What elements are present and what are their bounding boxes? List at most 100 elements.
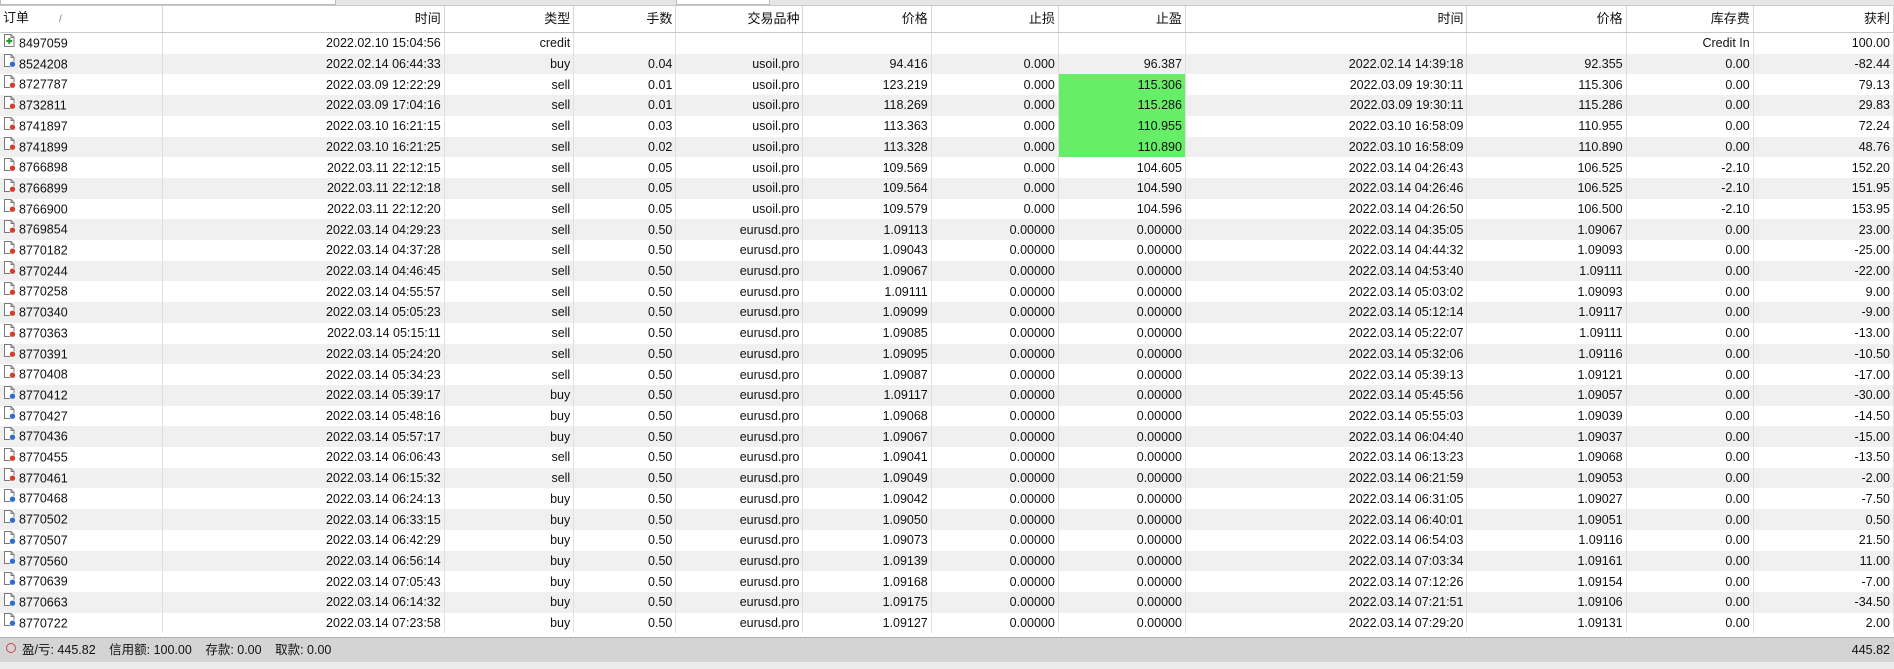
row-open-price: 1.09113 [802, 219, 932, 241]
column-header-swap[interactable]: 库存费 [1626, 6, 1754, 33]
row-stop-loss: 0.00000 [931, 322, 1059, 344]
table-row[interactable]: 8770722 2022.03.14 07:23:58 buy 0.50 eurusd.… [0, 612, 1894, 634]
table-row[interactable]: 8769854 2022.03.14 04:29:23 sell 0.50 eurusd… [0, 219, 1894, 241]
table-row[interactable]: 8766898 2022.03.11 22:12:15 sell 0.05 usoil.… [0, 157, 1894, 178]
row-order-id: 8766899 [0, 177, 164, 199]
column-header-open-price[interactable]: 价格 [802, 6, 932, 33]
row-profit: 153.95 [1753, 198, 1894, 220]
row-lots: 0.05 [573, 157, 677, 178]
table-row[interactable]: 8770363 2022.03.14 05:15:11 sell 0.50 eurusd… [0, 322, 1894, 344]
row-lots: 0.01 [573, 95, 677, 116]
row-lots: 0.50 [573, 240, 677, 261]
row-open-time: 2022.03.14 06:56:14 [162, 550, 445, 572]
row-close-price: 1.09116 [1466, 529, 1627, 551]
table-row[interactable]: 8770244 2022.03.14 04:46:45 sell 0.50 eurusd… [0, 260, 1894, 282]
row-close-time: 2022.03.14 06:04:40 [1185, 426, 1468, 448]
row-stop-loss: 0.00000 [931, 384, 1059, 406]
row-symbol: eurusd.pro [675, 364, 804, 385]
table-row[interactable]: 8770468 2022.03.14 06:24:13 buy 0.50 eurusd.… [0, 488, 1894, 510]
order-id-text: 8770408 [19, 367, 68, 382]
row-close-price: 106.500 [1466, 198, 1627, 220]
row-type: buy [444, 571, 575, 592]
row-open-price: 1.09085 [802, 322, 932, 344]
table-row[interactable]: 8770258 2022.03.14 04:55:57 sell 0.50 eurusd… [0, 281, 1894, 303]
row-take-profit: 0.00000 [1058, 591, 1186, 613]
status-summary: 盈/亏: 445.82 信用额: 100.00 存款: 0.00 取款: 0.0… [22, 638, 341, 662]
table-row[interactable]: 8770408 2022.03.14 05:34:23 sell 0.50 eurusd… [0, 364, 1894, 385]
table-header-row: 订单 / 时间 类型 手数 交易品种 价格 止损 止盈 时间 价格 库存费 获利 [0, 6, 1894, 33]
row-swap: 0.00 [1626, 405, 1754, 427]
row-swap: 0.00 [1626, 302, 1754, 323]
row-open-price: 1.09049 [802, 467, 932, 489]
column-header-open-time[interactable]: 时间 [162, 6, 445, 33]
row-type: sell [444, 322, 575, 344]
row-stop-loss: 0.00000 [931, 529, 1059, 551]
table-row[interactable]: 8497059 2022.02.10 15:04:56 credit Credit I… [0, 32, 1894, 54]
row-open-time: 2022.03.14 04:46:45 [162, 260, 445, 282]
table-row[interactable]: 8741899 2022.03.10 16:21:25 sell 0.02 usoil.… [0, 136, 1894, 158]
row-close-time: 2022.03.14 05:32:06 [1185, 343, 1468, 365]
table-row[interactable]: 8770639 2022.03.14 07:05:43 buy 0.50 eurusd.… [0, 571, 1894, 592]
row-open-price: 109.579 [802, 198, 932, 220]
table-row[interactable]: 8770455 2022.03.14 06:06:43 sell 0.50 eurusd… [0, 447, 1894, 468]
table-row[interactable]: 8524208 2022.02.14 06:44:33 buy 0.04 usoil.p… [0, 53, 1894, 75]
row-order-id: 8770408 [0, 364, 164, 385]
row-open-price: 1.09043 [802, 240, 932, 261]
table-row[interactable]: 8770412 2022.03.14 05:39:17 buy 0.50 eurusd.… [0, 384, 1894, 406]
row-lots: 0.50 [573, 405, 677, 427]
row-open-time: 2022.03.14 05:34:23 [162, 364, 445, 385]
table-row[interactable]: 8770502 2022.03.14 06:33:15 buy 0.50 eurusd.… [0, 509, 1894, 530]
table-row[interactable]: 8727787 2022.03.09 12:22:29 sell 0.01 usoil.… [0, 74, 1894, 96]
column-header-take-profit[interactable]: 止盈 [1058, 6, 1186, 33]
row-profit: -13.50 [1753, 447, 1894, 468]
column-header-close-time[interactable]: 时间 [1185, 6, 1468, 33]
row-take-profit: 0.00000 [1058, 426, 1186, 448]
column-header-symbol[interactable]: 交易品种 [675, 6, 804, 33]
row-profit: 152.20 [1753, 157, 1894, 178]
row-profit: -2.00 [1753, 467, 1894, 489]
row-lots: 0.50 [573, 591, 677, 613]
table-row[interactable]: 8770391 2022.03.14 05:24:20 sell 0.50 eurusd… [0, 343, 1894, 365]
row-profit: 151.95 [1753, 177, 1894, 199]
row-open-price: 1.09042 [802, 488, 932, 510]
table-row[interactable]: 8770663 2022.03.14 06:14:32 buy 0.50 eurusd.… [0, 591, 1894, 613]
row-type: sell [444, 364, 575, 385]
row-order-id: 8770182 [0, 240, 164, 261]
order-id-text: 8769854 [19, 223, 68, 238]
table-row[interactable]: 8770507 2022.03.14 06:42:29 buy 0.50 eurusd.… [0, 529, 1894, 551]
row-close-price: 1.09121 [1466, 364, 1627, 385]
row-take-profit: 110.890 [1058, 136, 1186, 158]
table-row[interactable]: 8770560 2022.03.14 06:56:14 buy 0.50 eurusd.… [0, 550, 1894, 572]
row-type: buy [444, 529, 575, 551]
table-row[interactable]: 8732811 2022.03.09 17:04:16 sell 0.01 usoil.… [0, 95, 1894, 116]
row-lots: 0.04 [573, 53, 677, 75]
row-lots: 0.05 [573, 198, 677, 220]
column-header-close-price[interactable]: 价格 [1466, 6, 1627, 33]
table-row[interactable]: 8770461 2022.03.14 06:15:32 sell 0.50 eurusd… [0, 467, 1894, 489]
table-row[interactable]: 8770436 2022.03.14 05:57:17 buy 0.50 eurusd.… [0, 426, 1894, 448]
table-row[interactable]: 8770182 2022.03.14 04:37:28 sell 0.50 eurusd… [0, 240, 1894, 261]
table-row[interactable]: 8766899 2022.03.11 22:12:18 sell 0.05 usoil.… [0, 177, 1894, 199]
column-header-profit[interactable]: 获利 [1753, 6, 1894, 33]
row-profit: 72.24 [1753, 115, 1894, 137]
row-close-time: 2022.03.14 05:55:03 [1185, 405, 1468, 427]
row-lots: 0.50 [573, 260, 677, 282]
table-row[interactable]: 8770427 2022.03.14 05:48:16 buy 0.50 eurusd.… [0, 405, 1894, 427]
row-open-price: 94.416 [802, 53, 932, 75]
row-symbol: eurusd.pro [675, 488, 804, 510]
column-header-type[interactable]: 类型 [444, 6, 575, 33]
column-header-order[interactable]: 订单 / [0, 6, 164, 33]
row-profit: -13.00 [1753, 322, 1894, 344]
column-header-lots[interactable]: 手数 [573, 6, 677, 33]
row-swap: 0.00 [1626, 467, 1754, 489]
column-header-stop-loss[interactable]: 止损 [931, 6, 1059, 33]
table-row[interactable]: 8766900 2022.03.11 22:12:20 sell 0.05 usoil.… [0, 198, 1894, 220]
table-row[interactable]: 8770340 2022.03.14 05:05:23 sell 0.50 eurusd… [0, 302, 1894, 323]
table-row[interactable]: 8741897 2022.03.10 16:21:15 sell 0.03 usoil.… [0, 115, 1894, 137]
row-take-profit: 0.00000 [1058, 467, 1186, 489]
row-stop-loss: 0.00000 [931, 612, 1059, 634]
row-close-price: 1.09039 [1466, 405, 1627, 427]
row-take-profit: 0.00000 [1058, 364, 1186, 385]
row-profit: -82.44 [1753, 53, 1894, 75]
row-lots: 0.50 [573, 571, 677, 592]
